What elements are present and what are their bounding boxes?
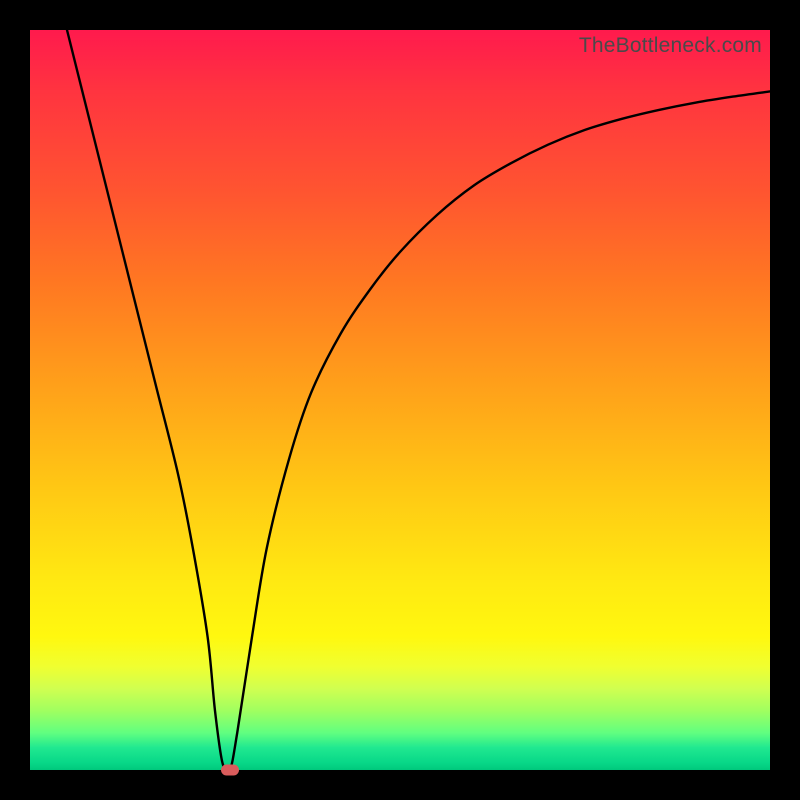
plot-area: TheBottleneck.com xyxy=(30,30,770,770)
bottleneck-curve xyxy=(30,30,770,770)
minimum-marker xyxy=(221,765,239,776)
chart-frame: TheBottleneck.com xyxy=(0,0,800,800)
watermark-text: TheBottleneck.com xyxy=(579,34,762,58)
